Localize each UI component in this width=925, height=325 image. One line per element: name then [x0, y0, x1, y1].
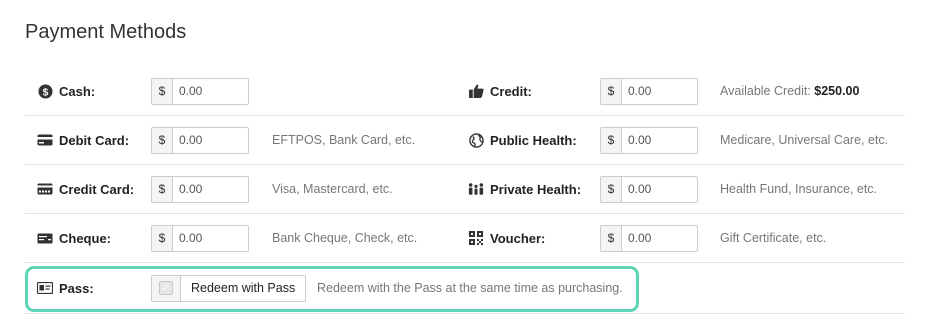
page-title: Payment Methods [25, 21, 187, 43]
currency-prefix: $ [601, 176, 622, 202]
row-cheque-voucher: Cheque: $ Bank Cheque, Check, etc. Vouch… [25, 214, 905, 263]
payment-methods-panel: Payment Methods $ Cash: $ Credit: [0, 0, 925, 325]
cheque-label-group: Cheque: [37, 230, 111, 246]
voucher-label: Voucher: [490, 230, 546, 246]
debit-hint: EFTPOS, Bank Card, etc. [272, 133, 416, 147]
currency-prefix: $ [152, 78, 173, 104]
voucher-amount-field: $ [600, 224, 698, 252]
credit-card-amount-field: $ [151, 175, 249, 203]
cheque-amount-input[interactable] [173, 225, 248, 251]
credit-card-label: Credit Card: [59, 181, 135, 197]
available-credit-label: Available Credit: [720, 84, 811, 98]
debit-amount-input[interactable] [173, 127, 248, 153]
cheque-hint: Bank Cheque, Check, etc. [272, 231, 418, 245]
public-health-amount-input[interactable] [622, 127, 697, 153]
qr-voucher-icon [468, 230, 484, 246]
thumbs-up-icon [468, 83, 484, 99]
cash-label: Cash: [59, 83, 96, 99]
cash-label-group: $ Cash: [37, 83, 95, 99]
public-health-hint: Medicare, Universal Care, etc. [720, 133, 889, 147]
currency-prefix: $ [601, 78, 622, 104]
debit-amount-field: $ [151, 126, 249, 154]
credit-card-hint: Visa, Mastercard, etc. [272, 182, 393, 196]
private-health-label: Private Health: [490, 181, 582, 197]
available-credit-text: Available Credit: $250.00 [720, 84, 859, 98]
dollar-circle-icon: $ [37, 83, 53, 99]
cash-amount-input[interactable] [173, 78, 248, 104]
row-debit-public-health: Debit Card: $ EFTPOS, Bank Card, etc. Pu… [25, 116, 905, 165]
credit-label: Credit: [490, 83, 532, 99]
globe-icon [468, 132, 484, 148]
row-credit-card-private-health: Credit Card: $ Visa, Mastercard, etc. Pr… [25, 165, 905, 214]
family-icon [468, 181, 484, 197]
row-cash-credit: $ Cash: $ Credit: $ [25, 67, 905, 116]
credit-label-group: Credit: [468, 83, 532, 99]
svg-text:$: $ [42, 87, 48, 98]
currency-prefix: $ [152, 127, 173, 153]
voucher-hint: Gift Certificate, etc. [720, 231, 827, 245]
private-health-amount-input[interactable] [622, 176, 697, 202]
cheque-label: Cheque: [59, 230, 111, 246]
currency-prefix: $ [601, 225, 622, 251]
debit-label: Debit Card: [59, 132, 130, 148]
credit-card-label-group: Credit Card: [37, 181, 134, 197]
debit-label-group: Debit Card: [37, 132, 129, 148]
private-health-amount-field: $ [600, 175, 698, 203]
available-credit-amount: $250.00 [814, 84, 860, 98]
cheque-amount-field: $ [151, 224, 249, 252]
voucher-amount-input[interactable] [622, 225, 697, 251]
public-health-amount-field: $ [600, 126, 698, 154]
public-health-label-group: Public Health: [468, 132, 577, 148]
cheque-icon [37, 230, 53, 246]
voucher-label-group: Voucher: [468, 230, 545, 246]
credit-amount-field: $ [600, 77, 698, 105]
currency-prefix: $ [152, 176, 173, 202]
credit-card-amount-input[interactable] [173, 176, 248, 202]
public-health-label: Public Health: [490, 132, 577, 148]
debit-card-icon [37, 132, 53, 148]
private-health-label-group: Private Health: [468, 181, 581, 197]
currency-prefix: $ [152, 225, 173, 251]
pass-highlight-outline [25, 266, 639, 312]
cash-amount-field: $ [151, 77, 249, 105]
currency-prefix: $ [601, 127, 622, 153]
private-health-hint: Health Fund, Insurance, etc. [720, 182, 878, 196]
credit-card-icon [37, 181, 53, 197]
credit-amount-input[interactable] [622, 78, 697, 104]
